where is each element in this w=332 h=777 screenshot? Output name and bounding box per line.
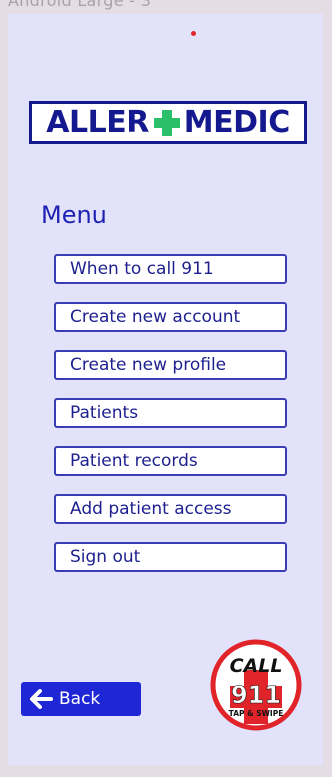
menu-item-patient-records[interactable]: Patient records <box>54 446 287 476</box>
frame-label: Android Large - 3 <box>8 0 152 10</box>
logo-text-right: MEDIC <box>183 104 290 140</box>
menu-item-patients[interactable]: Patients <box>54 398 287 428</box>
back-button[interactable]: Back <box>21 682 141 716</box>
call-badge-number: 911 <box>231 681 281 709</box>
menu-item-create-new-account[interactable]: Create new account <box>54 302 287 332</box>
menu-item-create-new-profile[interactable]: Create new profile <box>54 350 287 380</box>
app-logo: ALLER MEDIC <box>29 101 307 144</box>
back-arrow-icon <box>30 689 53 709</box>
menu-item-sign-out[interactable]: Sign out <box>54 542 287 572</box>
menu-item-when-to-call-911[interactable]: When to call 911 <box>54 254 287 284</box>
menu-item-add-patient-access[interactable]: Add patient access <box>54 494 287 524</box>
screen-root: Android Large - 3 ALLER MEDIC Menu When … <box>0 0 332 777</box>
call-badge-bottom-text: TAP & SWIPE <box>229 709 284 718</box>
camera-dot <box>191 31 196 36</box>
logo-text-left: ALLER <box>46 104 149 140</box>
back-button-label: Back <box>59 689 101 709</box>
phone-screen: ALLER MEDIC Menu When to call 911 Create… <box>8 14 323 765</box>
medical-cross-icon <box>153 109 180 136</box>
menu-title: Menu <box>41 201 107 229</box>
call-911-button[interactable]: CALL 911 TAP & SWIPE <box>210 639 302 731</box>
call-badge-top-text: CALL <box>230 655 283 677</box>
menu-list: When to call 911 Create new account Crea… <box>54 254 287 590</box>
call-911-badge-icon: CALL 911 TAP & SWIPE <box>210 639 302 731</box>
